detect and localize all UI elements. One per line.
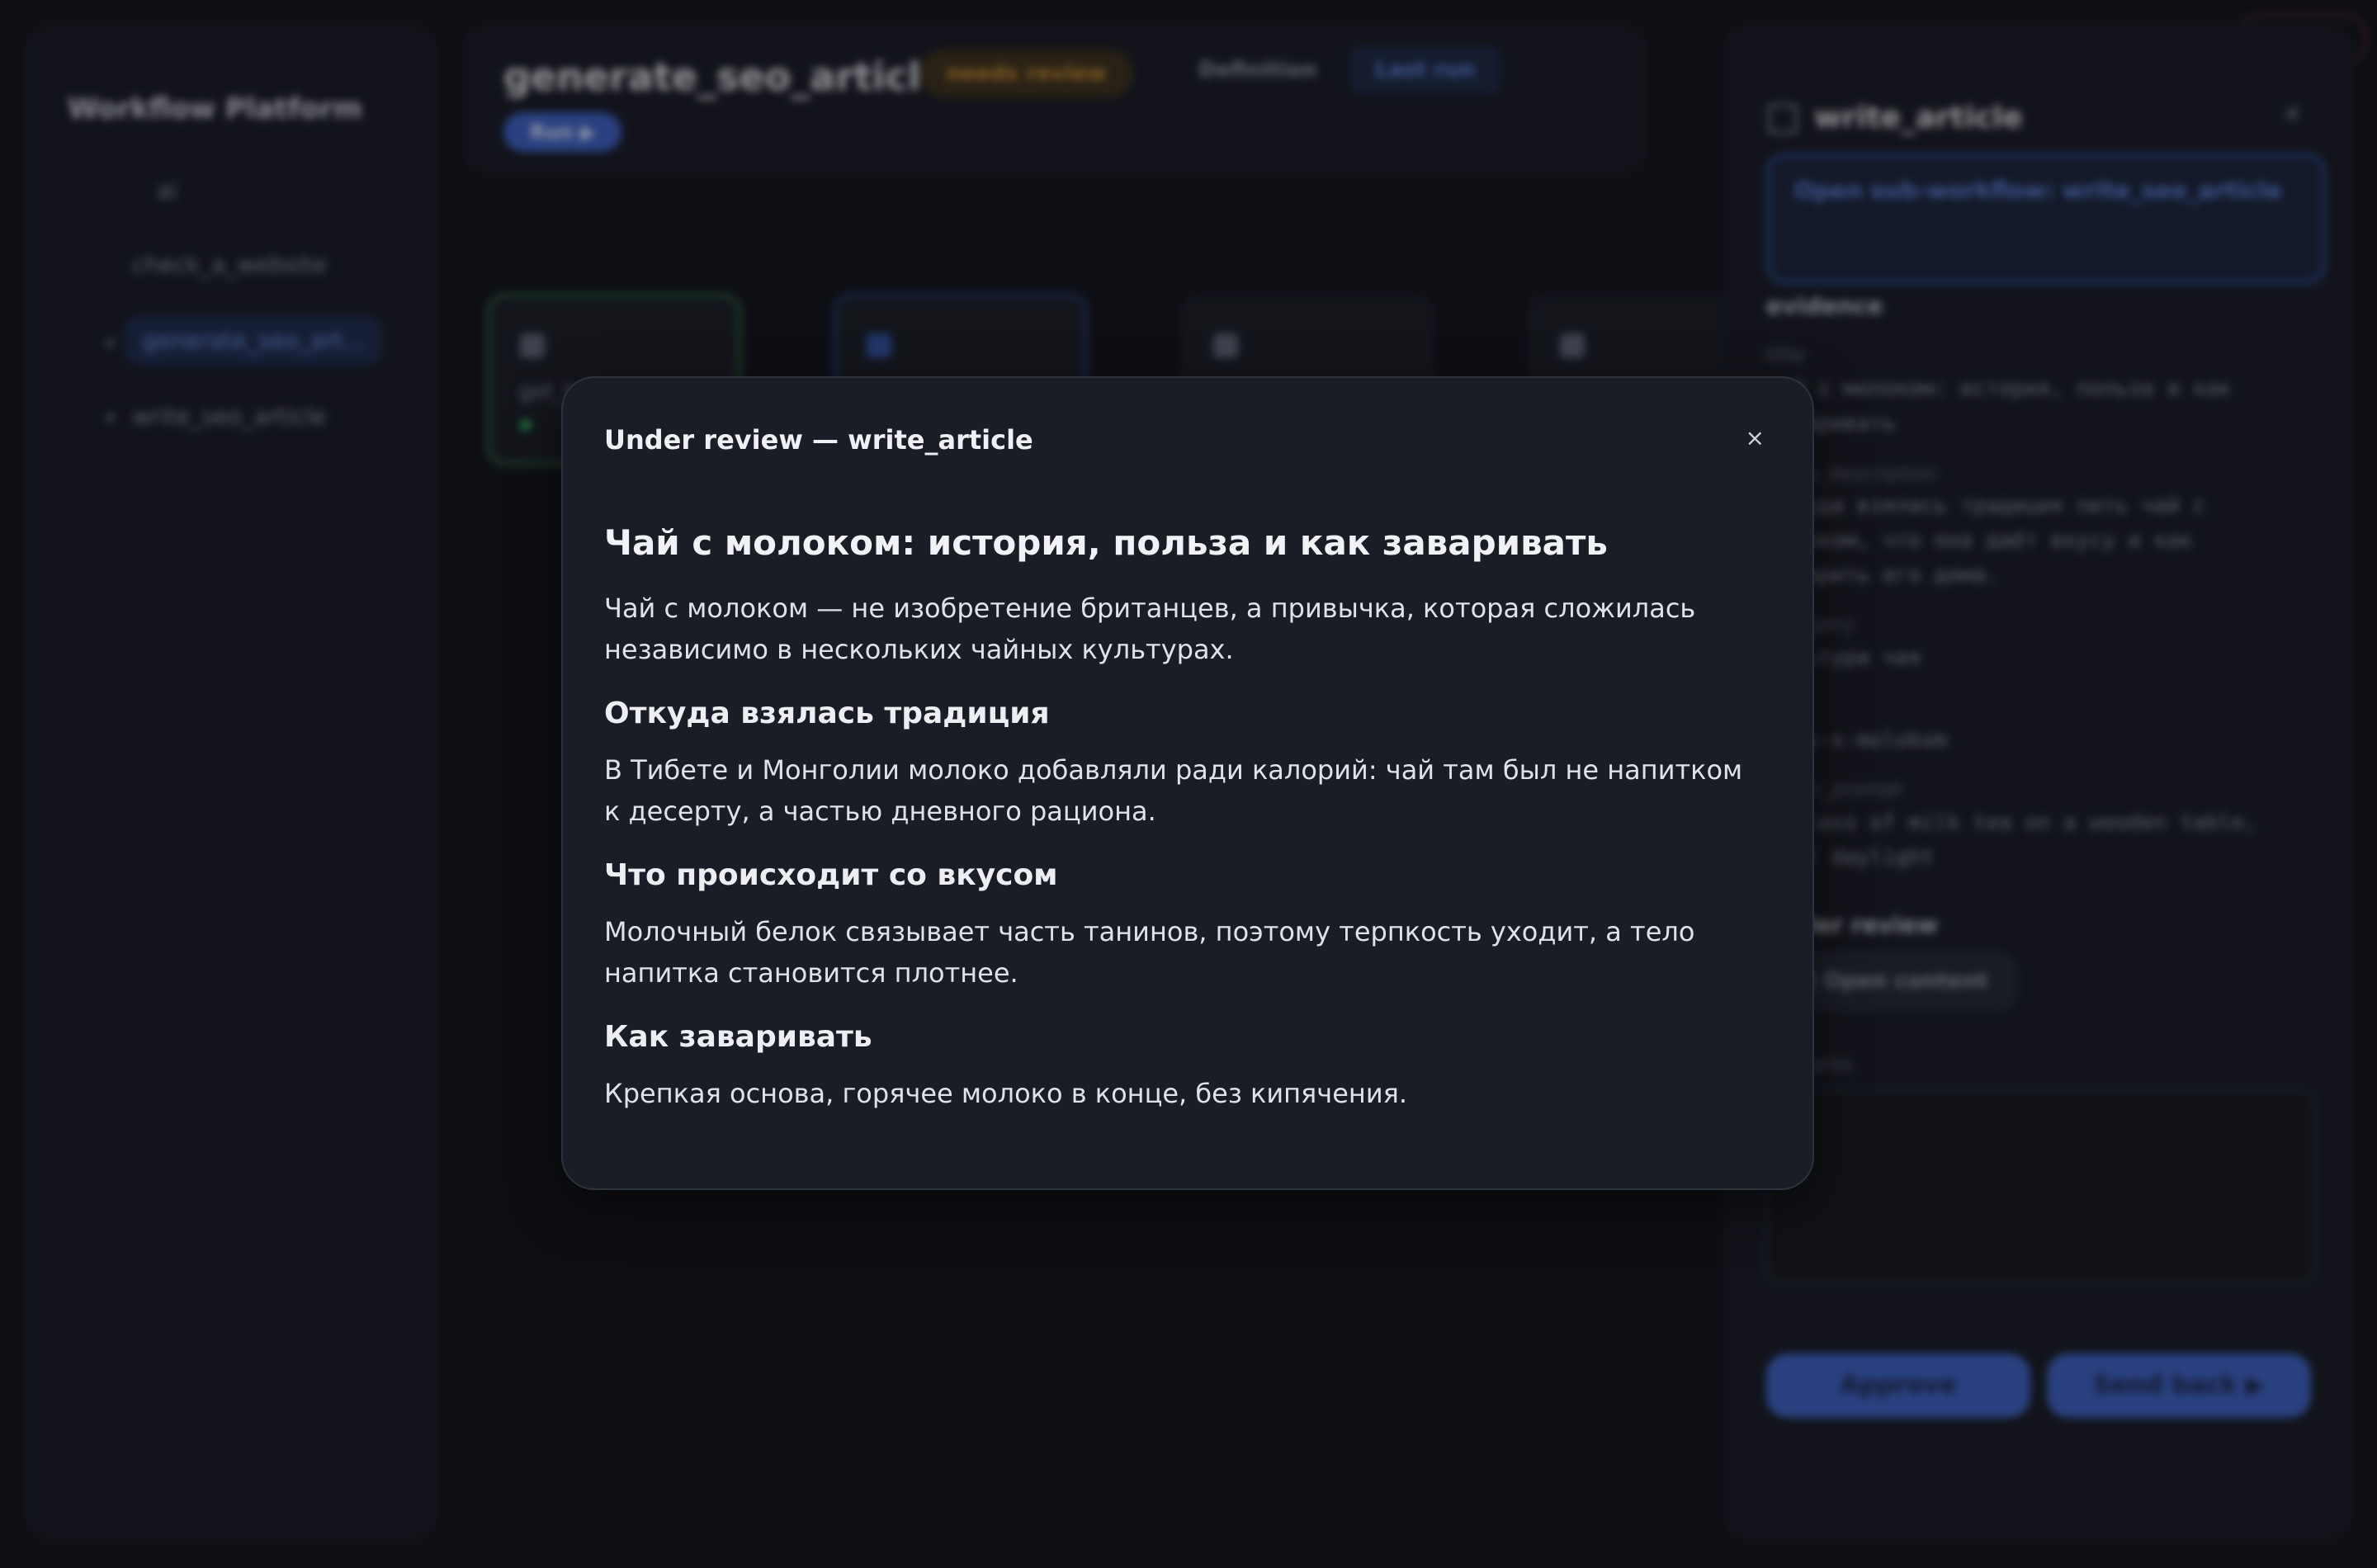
section-text: Молочный белок связывает часть танинов, … (604, 916, 1695, 989)
section-text: Крепкая основа, горячее молоко в конце, … (604, 1078, 1408, 1109)
modal-title: Under review — write_article (604, 424, 1033, 456)
section-heading: Откуда взялась традиция (604, 697, 1050, 730)
section-heading: Что происходит со вкусом (604, 858, 1058, 892)
section-heading: Как заваривать (604, 1020, 872, 1054)
close-icon[interactable]: × (1746, 424, 1765, 451)
article-content: Чай с молоком: история, польза и как зав… (604, 518, 1760, 1114)
article-intro: Чай с молоком — не изобретение британцев… (604, 593, 1696, 665)
article-title: Чай с молоком: история, польза и как зав… (604, 522, 1608, 563)
review-modal: Under review — write_article × Чай с мол… (561, 376, 1814, 1190)
section-text: В Тибете и Монголии молоко добавляли рад… (604, 754, 1743, 827)
